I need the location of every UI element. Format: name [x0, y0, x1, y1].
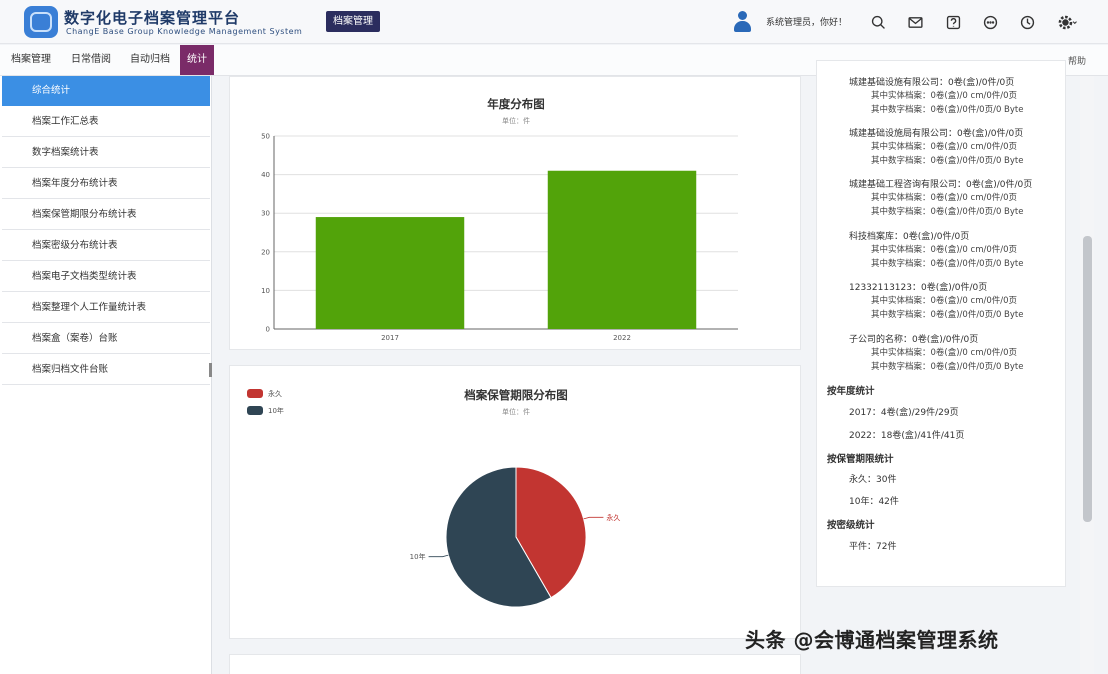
chat-icon[interactable]: [980, 12, 1000, 32]
nav-item-statistics[interactable]: 统计: [180, 45, 214, 75]
info-org-head: 12332113123：0卷(盒)/0件/0页: [849, 283, 988, 293]
nav-item-auto-archive[interactable]: 自动归档: [120, 45, 180, 75]
info-org-head: 城建基础设施局有限公司：0卷(盒)/0件/0页: [849, 129, 1024, 139]
sidebar-item-summary[interactable]: 档案工作汇总表: [2, 107, 210, 137]
y-tick-label: 50: [261, 133, 270, 141]
pie-chart-panel: 永久 10年 档案保管期限分布图 单位：件 永久 10年: [229, 365, 801, 639]
info-org-head: 子公司的名称：0卷(盒)/0件/0页: [849, 335, 979, 345]
pie-label-1: 10年: [410, 552, 426, 561]
info-org-line: 其中实体档案：0卷(盒)/0 cm/0件/0页: [871, 142, 1018, 152]
y-tick-label: 0: [266, 326, 270, 334]
info-org-line: 其中数字档案：0卷(盒)/0件/0页/0 Byte: [871, 362, 1024, 372]
user-avatar-icon[interactable]: [734, 11, 751, 33]
info-org-head: 科技档案库：0卷(盒)/0件/0页: [849, 232, 970, 242]
info-org-line: 其中数字档案：0卷(盒)/0件/0页/0 Byte: [871, 259, 1024, 269]
next-chart-panel: [229, 654, 801, 674]
user-greeting: 系统管理员，你好！: [766, 18, 848, 28]
app-logo-icon: [24, 6, 58, 38]
info-org-line: 其中数字档案：0卷(盒)/0件/0页/0 Byte: [871, 310, 1024, 320]
module-badge[interactable]: 档案管理: [326, 11, 380, 32]
y-tick-label: 10: [261, 287, 270, 295]
info-org-line: 其中数字档案：0卷(盒)/0件/0页/0 Byte: [871, 207, 1024, 217]
sidebar-item-box-ledger[interactable]: 档案盒（案卷）台账: [2, 324, 210, 354]
bar-chart-panel: 年度分布图 单位：件 0 10 20 30 40 50 2017 2022: [229, 76, 801, 350]
info-year-line: 2022：18卷(盒)/41件/41页: [849, 431, 965, 441]
info-secret-line: 平件：72件: [849, 542, 897, 552]
pie-label-line-1: [428, 554, 449, 558]
search-icon[interactable]: [868, 12, 888, 32]
pie-label-0: 永久: [606, 513, 620, 522]
info-org-line: 其中实体档案：0卷(盒)/0 cm/0件/0页: [871, 296, 1018, 306]
sidebar-collapse-handle[interactable]: [209, 363, 212, 377]
info-year-line: 2017：4卷(盒)/29件/29页: [849, 408, 959, 418]
info-org-line: 其中实体档案：0卷(盒)/0 cm/0件/0页: [871, 348, 1018, 358]
info-org-head: 城建基础设施有限公司：0卷(盒)/0件/0页: [849, 78, 1015, 88]
y-tick-label: 40: [261, 171, 270, 179]
stats-info-panel: 城建基础设施有限公司：0卷(盒)/0件/0页 其中实体档案：0卷(盒)/0 cm…: [816, 60, 1066, 587]
sidebar-item-secret[interactable]: 档案密级分布统计表: [2, 231, 210, 261]
info-org-head: 城建基础工程咨询有限公司：0卷(盒)/0件/0页: [849, 180, 1033, 190]
info-period-line: 10年：42件: [849, 497, 899, 507]
watermark-text: 头条 @会博通档案管理系统: [745, 628, 999, 652]
help-icon[interactable]: [943, 12, 963, 32]
sidebar-item-period[interactable]: 档案保管期限分布统计表: [2, 200, 210, 230]
y-tick-label: 20: [261, 248, 270, 256]
app-subtitle: ChangE Base Group Knowledge Management S…: [66, 27, 303, 36]
bar-chart: 0 10 20 30 40 50 2017 2022: [261, 133, 738, 342]
sidebar-item-workload[interactable]: 档案整理个人工作量统计表: [2, 293, 210, 323]
x-tick-label: 2022: [613, 334, 631, 342]
info-org-line: 其中数字档案：0卷(盒)/0件/0页/0 Byte: [871, 105, 1024, 115]
info-year-head: 按年度统计: [827, 386, 875, 397]
bar-2017: [315, 217, 465, 329]
info-period-line: 永久：30件: [849, 475, 897, 485]
settings-gear-icon[interactable]: [1054, 12, 1082, 32]
sidebar-item-file-ledger[interactable]: 档案归档文件台账: [2, 355, 210, 385]
sidebar-item-overview[interactable]: 综合统计: [2, 76, 210, 106]
sidebar: 综合统计 档案工作汇总表 数字档案统计表 档案年度分布统计表 档案保管期限分布统…: [0, 76, 212, 674]
nav-item-archive[interactable]: 档案管理: [0, 45, 62, 75]
pie-label-line-0: [583, 516, 604, 520]
info-org-line: 其中实体档案：0卷(盒)/0 cm/0件/0页: [871, 91, 1018, 101]
app-title: 数字化电子档案管理平台: [64, 9, 241, 27]
sidebar-item-year[interactable]: 档案年度分布统计表: [2, 169, 210, 199]
x-tick-label: 2017: [381, 334, 399, 342]
nav-item-borrow[interactable]: 日常借阅: [62, 45, 120, 75]
mail-icon[interactable]: [905, 12, 925, 32]
nav-help-link[interactable]: 帮助: [1068, 54, 1086, 67]
bar-2022: [547, 170, 697, 329]
sidebar-item-doctype[interactable]: 档案电子文档类型统计表: [2, 262, 210, 292]
info-secret-head: 按密级统计: [827, 520, 875, 531]
pie-chart: 永久 10年: [410, 466, 620, 608]
main-scrollbar-thumb[interactable]: [1083, 236, 1092, 522]
info-org-line: 其中实体档案：0卷(盒)/0 cm/0件/0页: [871, 193, 1018, 203]
clock-icon[interactable]: [1017, 12, 1037, 32]
info-org-line: 其中实体档案：0卷(盒)/0 cm/0件/0页: [871, 245, 1018, 255]
y-tick-label: 30: [261, 210, 270, 218]
info-org-line: 其中数字档案：0卷(盒)/0件/0页/0 Byte: [871, 156, 1024, 166]
sidebar-item-digital[interactable]: 数字档案统计表: [2, 138, 210, 168]
info-period-head: 按保管期限统计: [827, 454, 894, 465]
app-header: 数字化电子档案管理平台 ChangE Base Group Knowledge …: [0, 0, 1108, 44]
